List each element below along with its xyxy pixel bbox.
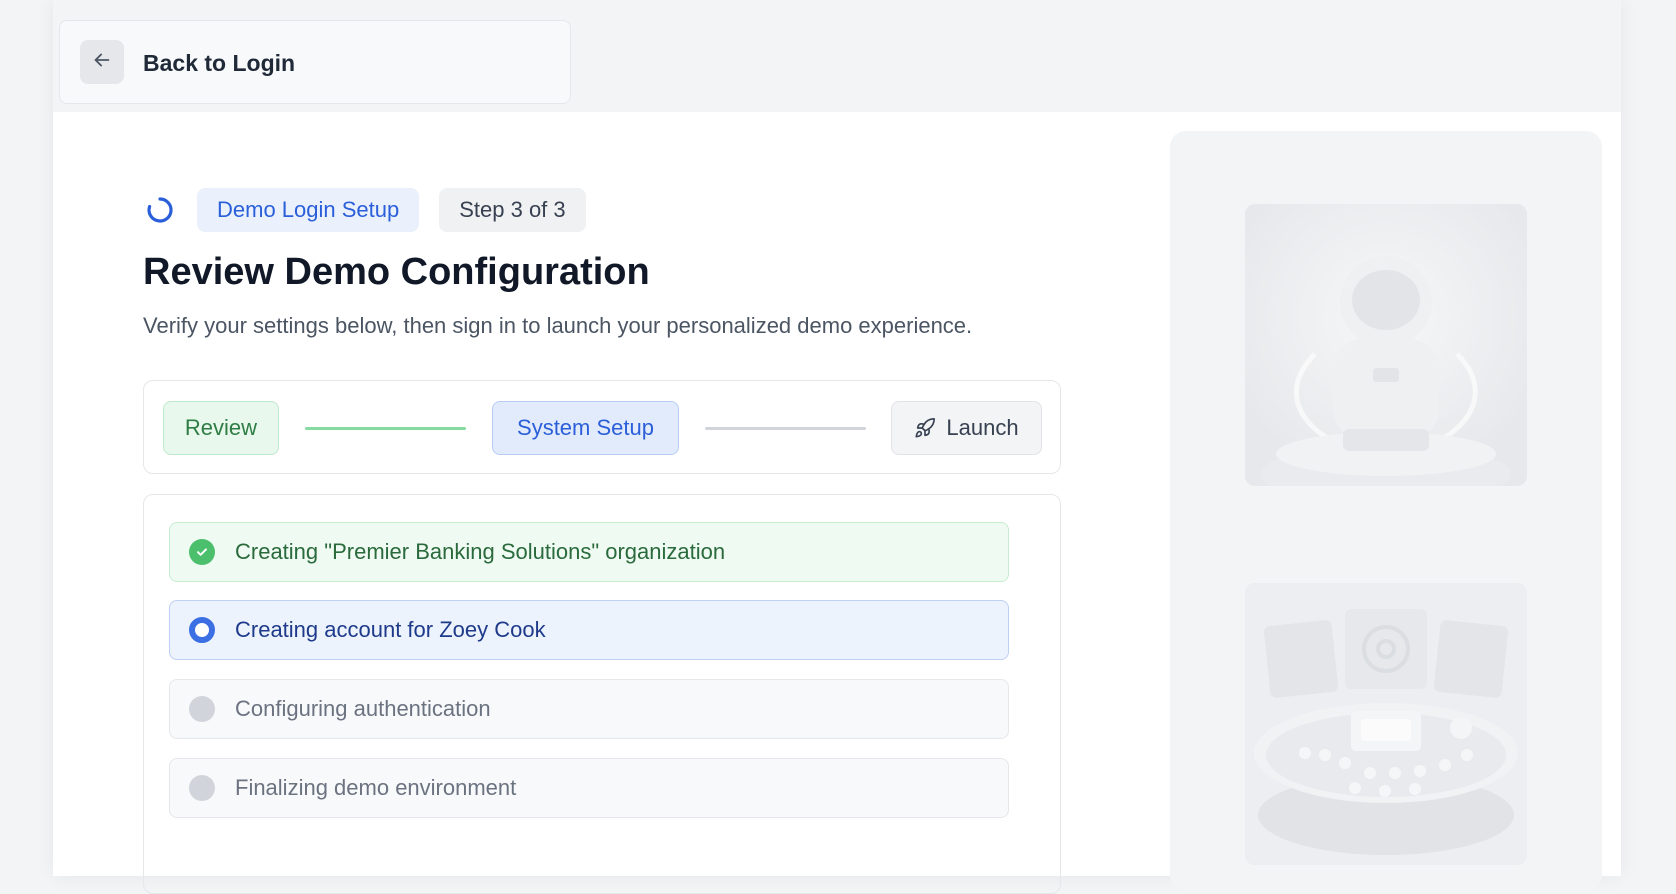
page-title: Review Demo Configuration — [143, 251, 650, 293]
step-counter-badge: Step 3 of 3 — [439, 188, 586, 232]
task-item-pending: Finalizing demo environment — [169, 758, 1009, 818]
progress-stepper: Review System Setup Launch — [143, 380, 1061, 474]
arrow-left-icon — [91, 49, 113, 76]
task-label: Finalizing demo environment — [235, 775, 517, 800]
step-label: Review — [184, 415, 258, 440]
setup-task-list: Creating "Premier Banking Solutions" org… — [143, 494, 1061, 894]
task-label: Creating "Premier Banking Solutions" org… — [235, 539, 726, 564]
task-item-pending: Configuring authentication — [169, 679, 1009, 739]
task-label: Creating account for Zoey Cook — [235, 617, 546, 642]
task-item-active: Creating account for Zoey Cook — [169, 600, 1009, 660]
back-to-login-card[interactable]: Back to Login — [59, 20, 571, 104]
header-badges: Demo Login Setup Step 3 of 3 — [143, 188, 606, 232]
astronaut-illustration — [1245, 204, 1527, 486]
step-label: System Setup — [517, 415, 654, 440]
check-circle-icon — [189, 539, 215, 565]
rocket-icon — [914, 417, 936, 439]
task-item-complete: Creating "Premier Banking Solutions" org… — [169, 522, 1009, 582]
pending-circle-icon — [189, 775, 215, 801]
step-system-setup[interactable]: System Setup — [492, 401, 679, 455]
app-frame: Back to Login Demo Login Setup Step 3 of… — [53, 0, 1621, 894]
step-label: Launch — [946, 415, 1019, 440]
demo-login-setup-badge: Demo Login Setup — [197, 188, 420, 232]
illustration-panel — [1170, 131, 1602, 891]
top-bar: Back to Login — [53, 0, 1621, 112]
loading-spinner-icon — [143, 193, 177, 227]
step-launch[interactable]: Launch — [891, 401, 1042, 455]
step-review[interactable]: Review — [163, 401, 279, 455]
back-to-login-label[interactable]: Back to Login — [143, 50, 295, 77]
back-button[interactable] — [80, 40, 124, 84]
control-console-illustration — [1245, 583, 1527, 865]
active-radio-icon — [189, 617, 215, 643]
pending-circle-icon — [189, 696, 215, 722]
step-connector-pending — [705, 427, 866, 430]
task-label: Configuring authentication — [235, 696, 491, 721]
page-subtitle: Verify your settings below, then sign in… — [143, 313, 973, 338]
step-connector-complete — [305, 427, 466, 430]
